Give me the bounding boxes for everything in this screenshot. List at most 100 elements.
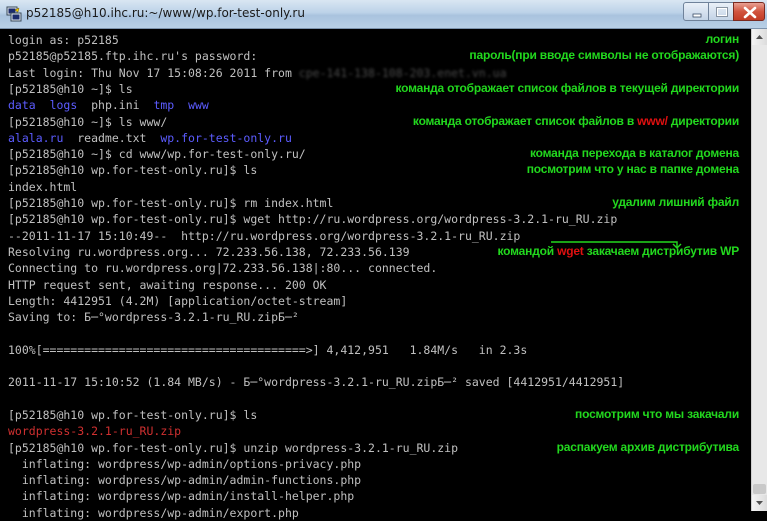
annotation-label: команда отображает список файлов в www/ … xyxy=(413,113,739,129)
terminal-text: [p52185@h10 wp.for-test-only.ru]$ ls xyxy=(8,407,258,422)
terminal-text: [p52185@h10 ~]$ ls www/ xyxy=(8,114,168,129)
terminal-line: inflating: wordpress/wp-admin/options-pr… xyxy=(8,456,361,472)
terminal-line: [p52185@h10 wp.for-test-only.ru]$ ls xyxy=(8,407,257,423)
annotation-text: посмотрим что у нас в папке домена xyxy=(526,162,739,177)
terminal-line: Last login: Thu Nov 17 15:08:26 2011 fro… xyxy=(8,65,507,81)
annotation-label: посмотрим что мы закачали xyxy=(575,406,739,422)
terminal-output[interactable]: login as: p52185 p52185@p52185.ftp.ihc.ru… xyxy=(4,29,751,520)
terminal-line: [p52185@h10 wp.for-test-only.ru]$ wget h… xyxy=(8,211,617,227)
terminal-line: 2011-11-17 15:10:52 (1.84 MB/s) - Б─°wor… xyxy=(8,374,624,390)
archive-file-name: wordpress-3.2.1-ru_RU.zip xyxy=(8,424,182,439)
directory-name: wp.for-test-only.ru xyxy=(160,130,292,145)
terminal-line: index.html xyxy=(8,179,77,195)
annotation-text: команда отображает список файлов в xyxy=(412,113,638,128)
annotation-text: удалим лишний файл xyxy=(612,195,739,209)
terminal-line: inflating: wordpress/wp-admin/admin-func… xyxy=(8,472,361,488)
title-bar[interactable]: p52185@h10.ihc.ru:~/www/wp.for-test-only… xyxy=(0,0,767,29)
pointer-arrow-icon xyxy=(551,240,682,249)
annotation-text: пароль(при вводе символы не отображаются… xyxy=(469,48,739,63)
terminal-text: Last login: Thu Nov 17 15:08:26 2011 fro… xyxy=(8,65,299,80)
directory-name: data xyxy=(8,98,36,113)
annotation-text: директории xyxy=(667,113,739,128)
terminal-line: login as: p52185 xyxy=(8,32,119,48)
annotation-label: распакуем архив дистрибутива xyxy=(556,439,740,455)
terminal-line: inflating: wordpress/wp-admin/export.php xyxy=(8,505,299,521)
arrow-up-icon xyxy=(756,35,763,39)
terminal-line: Resolving ru.wordpress.org... 72.233.56.… xyxy=(8,244,410,260)
terminal-line: [p52185@h10 wp.for-test-only.ru]$ ls xyxy=(8,162,257,178)
terminal-text: [p52185@h10 wp.for-test-only.ru]$ rm ind… xyxy=(8,196,334,210)
terminal-text: [p52185@h10 wp.for-test-only.ru]$ wget h… xyxy=(8,212,618,227)
directory-name: tmp xyxy=(153,98,175,113)
terminal-text: Connecting to ru.wordpress.org|72.233.56… xyxy=(8,261,438,276)
terminal-line: alala.ru readme.txt wp.for-test-only.ru xyxy=(8,130,292,146)
terminal-text: inflating: wordpress/wp-admin/options-pr… xyxy=(8,456,362,471)
scroll-up-arrow[interactable] xyxy=(752,29,767,45)
terminal-text: inflating: wordpress/wp-admin/admin-func… xyxy=(8,473,362,488)
terminal-line: inflating: wordpress/wp-admin/install-he… xyxy=(8,488,354,504)
terminal-line: p52185@p52185.ftp.ihc.ru's password: xyxy=(8,48,257,64)
terminal-text: inflating: wordpress/wp-admin/install-he… xyxy=(8,489,355,504)
terminal-text: [p52185@h10 wp.for-test-only.ru]$ ls xyxy=(8,163,258,178)
window-title: p52185@h10.ihc.ru:~/www/wp.for-test-only… xyxy=(26,6,305,20)
terminal-text: Saving to: Б─°wordpress-3.2.1-ru_RU.zipБ… xyxy=(8,310,299,325)
maximize-icon xyxy=(716,7,728,17)
close-button[interactable] xyxy=(733,2,765,21)
terminal-text: 100%[===================================… xyxy=(8,342,528,357)
annotation-label: пароль(при вводе символы не отображаются… xyxy=(469,47,739,63)
terminal-line: data logs php.ini tmp www xyxy=(8,97,209,113)
terminal-text: index.html xyxy=(8,179,78,194)
terminal-line: --2011-11-17 15:10:49-- http://ru.wordpr… xyxy=(8,228,520,244)
putty-window: p52185@h10.ihc.ru:~/www/wp.for-test-only… xyxy=(0,0,767,520)
terminal-text: --2011-11-17 15:10:49-- http://ru.wordpr… xyxy=(8,228,521,243)
terminal-text: Length: 4412951 (4.2M) [application/octe… xyxy=(8,293,348,308)
annotation-label: посмотрим что у нас в папке домена xyxy=(527,161,739,177)
terminal-line: Length: 4412951 (4.2M) [application/octe… xyxy=(8,293,347,309)
annotation-text: команда перехода в каталог домена xyxy=(530,146,739,161)
terminal-text: 2011-11-17 15:10:52 (1.84 MB/s) - Б─°wor… xyxy=(8,375,625,390)
terminal-text: [p52185@h10 wp.for-test-only.ru]$ unzip … xyxy=(8,440,459,455)
terminal-line: [p52185@h10 ~]$ ls www/ xyxy=(8,114,167,130)
annotation-label: команда отображает список файлов в текущ… xyxy=(395,80,739,96)
terminal-line: [p52185@h10 wp.for-test-only.ru]$ unzip … xyxy=(8,440,458,456)
terminal-line: HTTP request sent, awaiting response... … xyxy=(8,277,327,293)
terminal-text: [p52185@h10 ~]$ cd www/wp.for-test-only.… xyxy=(8,147,306,162)
terminal-line: [p52185@h10 ~]$ cd www/wp.for-test-only.… xyxy=(8,146,306,162)
annotation-label: команда перехода в каталог домена xyxy=(530,145,739,161)
terminal-line: 100%[===================================… xyxy=(8,342,527,358)
terminal-text: login as: p52185 xyxy=(8,33,119,47)
annotation-text: распакуем архив дистрибутива xyxy=(556,439,740,454)
annotation-text: команда отображает список файлов в текущ… xyxy=(395,80,739,95)
terminal-text: readme.txt xyxy=(63,130,161,145)
annotation-highlight: www/ xyxy=(637,113,668,128)
terminal-line: Connecting to ru.wordpress.org|72.233.56… xyxy=(8,260,437,276)
terminal-text: HTTP request sent, awaiting response... … xyxy=(8,277,327,292)
terminal-text: cpe-141-138-108-203.enet.vn.ua xyxy=(298,65,507,80)
directory-name: alala.ru xyxy=(8,130,64,145)
terminal-text: p52185@p52185.ftp.ihc.ru's password: xyxy=(8,49,258,64)
terminal-text: Resolving ru.wordpress.org... 72.233.56.… xyxy=(8,244,410,259)
putty-icon[interactable] xyxy=(6,6,22,22)
vertical-scrollbar[interactable] xyxy=(751,29,767,511)
scrollbar-thumb[interactable] xyxy=(753,484,766,494)
minimize-button[interactable] xyxy=(683,2,709,21)
close-icon xyxy=(743,6,757,19)
minimize-icon xyxy=(692,13,702,18)
annotation-text: логин xyxy=(705,32,740,46)
maximize-button[interactable] xyxy=(708,2,734,21)
directory-name: www xyxy=(188,98,209,113)
terminal-line: wordpress-3.2.1-ru_RU.zip xyxy=(8,423,181,439)
directory-name: logs xyxy=(49,98,78,113)
annotation-label: логин xyxy=(705,31,740,47)
terminal-line: [p52185@h10 ~]$ ls xyxy=(8,81,133,97)
terminal-text: [p52185@h10 ~]$ ls xyxy=(8,81,133,96)
terminal-text: php.ini xyxy=(77,98,154,113)
terminal-line: Saving to: Б─°wordpress-3.2.1-ru_RU.zipБ… xyxy=(8,309,299,325)
terminal-text: inflating: wordpress/wp-admin/export.php xyxy=(8,505,299,520)
scroll-down-arrow[interactable] xyxy=(752,495,767,511)
arrow-down-icon xyxy=(756,501,763,505)
terminal-line: [p52185@h10 wp.for-test-only.ru]$ rm ind… xyxy=(8,195,333,211)
annotation-text: посмотрим что мы закачали xyxy=(575,406,739,421)
